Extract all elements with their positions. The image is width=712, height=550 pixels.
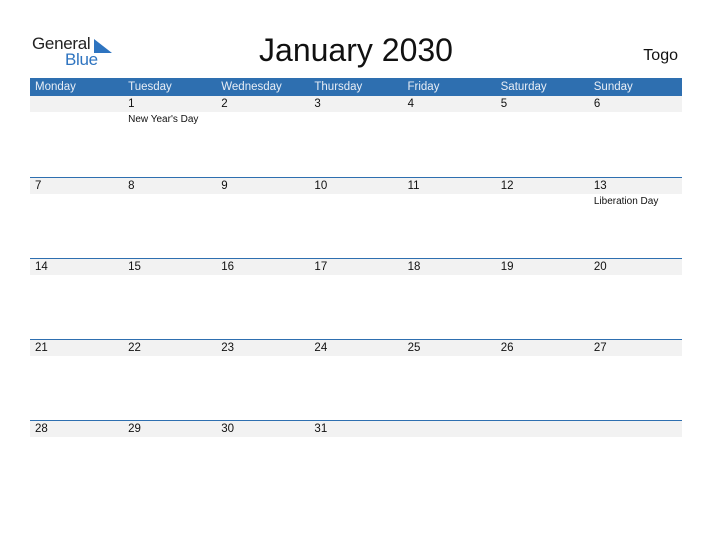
day-number: 17 (314, 261, 328, 273)
day-number: 23 (221, 342, 235, 354)
week-row: 1 New Year's Day 2 3 4 5 6 (30, 96, 682, 176)
day-number: 6 (593, 98, 601, 110)
week-row: 7 8 9 10 11 12 13 Liberation Day (30, 177, 682, 257)
day-number: 30 (221, 423, 235, 435)
day-cell: 17 (309, 258, 402, 338)
day-number: 8 (128, 180, 135, 192)
day-cell (30, 96, 123, 176)
day-cell: 4 (403, 96, 496, 176)
day-cell (403, 420, 496, 500)
day-cell: 1 New Year's Day (123, 96, 216, 176)
day-cell: 18 (403, 258, 496, 338)
day-number: 27 (593, 342, 607, 354)
day-cell: 7 (30, 177, 123, 257)
day-cell: 6 (589, 96, 682, 176)
day-cell: 31 (309, 420, 402, 500)
week-row: 14 15 16 17 18 19 20 (30, 258, 682, 338)
weekday-thursday: Thursday (314, 81, 363, 93)
day-number: 7 (35, 180, 42, 192)
day-number: 12 (500, 180, 514, 192)
day-cell: 27 (589, 339, 682, 419)
day-cell: 11 (403, 177, 496, 257)
week-row: 28 29 30 31 (30, 420, 682, 500)
day-cell: 23 (216, 339, 309, 419)
day-number: 14 (35, 261, 48, 273)
day-cell: 21 (30, 339, 123, 419)
day-number: 21 (35, 342, 48, 354)
day-number: 22 (128, 342, 141, 354)
day-number: 24 (314, 342, 328, 354)
day-number: 13 (593, 180, 607, 192)
weekday-wednesday: Wednesday (221, 81, 282, 93)
page-title: January 2030 (259, 32, 453, 68)
weekday-friday: Friday (407, 81, 440, 93)
day-cell: 19 (496, 258, 589, 338)
day-cell: 8 (123, 177, 216, 257)
day-cell: 30 (216, 420, 309, 500)
week-row: 21 22 23 24 25 26 27 (30, 339, 682, 419)
day-cell (496, 420, 589, 500)
day-cell: 20 (589, 258, 682, 338)
day-cell: 2 (216, 96, 309, 176)
day-cell (589, 420, 682, 500)
day-cell: 15 (123, 258, 216, 338)
day-number: 18 (407, 261, 421, 273)
day-cell: 12 (496, 177, 589, 257)
day-number: 16 (221, 261, 235, 273)
day-number: 31 (314, 423, 328, 435)
day-number: 2 (221, 98, 228, 110)
country-label: Togo (643, 47, 678, 64)
day-number: 11 (407, 180, 420, 192)
weekday-sunday: Sunday (593, 81, 633, 93)
day-number: 29 (128, 423, 141, 435)
day-cell: 14 (30, 258, 123, 338)
day-number: 25 (407, 342, 421, 354)
day-number: 28 (35, 423, 48, 435)
day-cell: 13 Liberation Day (589, 177, 682, 257)
day-number: 9 (221, 180, 228, 192)
day-cell: 16 (216, 258, 309, 338)
day-number: 3 (314, 98, 321, 110)
day-number: 5 (500, 98, 508, 110)
weekday-saturday: Saturday (500, 81, 547, 93)
day-number: 10 (314, 180, 328, 192)
day-cell: 3 (309, 96, 402, 176)
day-cell: 26 (496, 339, 589, 419)
day-cell: 24 (309, 339, 402, 419)
day-cell: 28 (30, 420, 123, 500)
day-cell: 22 (123, 339, 216, 419)
day-cell: 25 (403, 339, 496, 419)
holiday-label: New Year's Day (128, 114, 199, 125)
holiday-label: Liberation Day (593, 196, 659, 207)
day-cell: 10 (309, 177, 402, 257)
day-number: 1 (128, 98, 135, 110)
day-cell: 5 (496, 96, 589, 176)
day-number: 4 (407, 98, 414, 110)
weekday-tuesday: Tuesday (128, 81, 172, 93)
day-number: 19 (500, 261, 514, 273)
weekday-monday: Monday (35, 81, 76, 93)
day-number: 20 (593, 261, 607, 273)
weekday-header: Monday Tuesday Wednesday Thursday Friday… (30, 78, 682, 96)
day-number: 26 (500, 342, 514, 354)
day-cell: 29 (123, 420, 216, 500)
day-number: 15 (128, 261, 141, 273)
day-cell: 9 (216, 177, 309, 257)
